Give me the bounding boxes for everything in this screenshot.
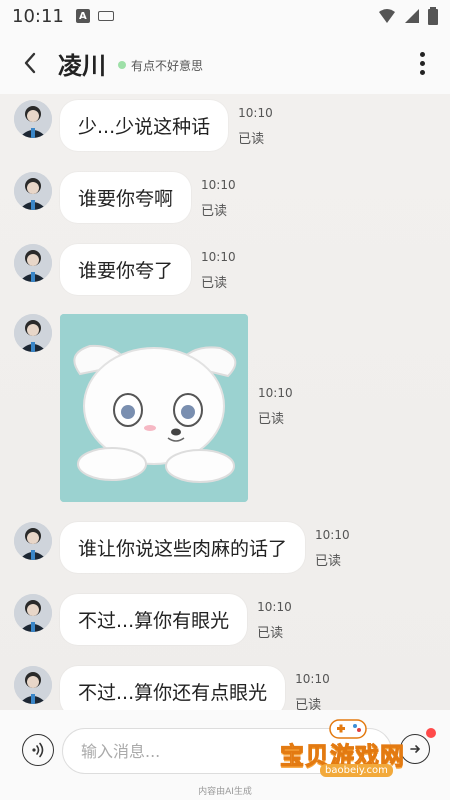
avatar[interactable] [14,172,52,210]
read-receipt: 已读 [315,554,342,569]
message-time: 10:10 [238,106,273,120]
contact-status: 有点不好意思 [118,57,203,74]
message-time: 10:10 [201,250,236,264]
message-row: 不过...算你还有点眼光 10:10 已读 [0,666,330,710]
message-row: 不过...算你有眼光 10:10 已读 [0,594,292,645]
message-row: 谁要你夸啊 10:10 已读 [0,172,236,223]
online-status-dot [118,61,126,69]
watermark-url: baobeiy.com [320,764,393,777]
contact-name: 凌川 [58,51,106,80]
message-meta: 10:10 已读 [315,528,350,569]
message-meta: 10:10 已读 [257,600,292,641]
wifi-icon [379,9,395,23]
chat-area[interactable]: 少...少说这种话 10:10 已读 谁要你夸啊 10:10 已读 谁要你夸了 … [0,94,450,710]
message-bubble[interactable]: 谁让你说这些肉麻的话了 [60,522,306,573]
signal-icon [405,9,419,23]
more-options-button[interactable] [410,48,434,78]
battery-icon [428,7,438,25]
message-bubble[interactable]: 不过...算你还有点眼光 [60,666,286,710]
message-bubble[interactable]: 少...少说这种话 [60,100,229,151]
read-receipt: 已读 [201,276,228,291]
avatar[interactable] [14,244,52,282]
message-meta: 10:10 已读 [238,106,273,147]
avatar[interactable] [14,314,52,352]
message-time: 10:10 [295,672,330,686]
message-meta: 10:10 已读 [258,386,293,427]
notification-a-icon: A [75,9,90,23]
read-receipt: 已读 [238,132,265,147]
message-row: 10:10 已读 [0,314,293,502]
avatar[interactable] [14,522,52,560]
message-meta: 10:10 已读 [201,250,236,291]
status-icons-right [378,7,438,25]
read-receipt: 已读 [201,204,228,219]
avatar[interactable] [14,100,52,138]
avatar[interactable] [14,666,52,704]
watermark-logo: 宝贝游戏网 baobeiy.com [276,716,426,786]
message-bubble[interactable]: 谁要你夸了 [60,244,192,295]
message-meta: 10:10 已读 [295,672,330,710]
message-meta: 10:10 已读 [201,178,236,219]
back-button[interactable] [16,49,44,77]
status-icons-left: A [75,9,114,23]
status-text: 有点不好意思 [131,58,204,73]
message-bubble[interactable]: 不过...算你有眼光 [60,594,248,645]
voice-button[interactable] [22,734,54,766]
message-row: 谁让你说这些肉麻的话了 10:10 已读 [0,522,350,573]
status-time: 10:11 [12,5,64,27]
read-receipt: 已读 [295,698,322,710]
message-row: 少...少说这种话 10:10 已读 [0,100,273,151]
voice-wave-icon [32,742,44,758]
message-time: 10:10 [258,386,293,400]
message-time: 10:10 [201,178,236,192]
status-bar: 10:11 A [0,0,450,32]
message-bubble[interactable]: 谁要你夸啊 [60,172,192,223]
chat-header: 凌川 有点不好意思 [0,32,450,94]
keyboard-icon [97,11,114,21]
read-receipt: 已读 [258,412,285,427]
chevron-left-icon [24,52,36,74]
puppy-sticker-icon[interactable] [60,314,248,502]
read-receipt: 已读 [257,626,284,641]
more-dot-icon [419,69,425,75]
more-dot-icon [419,60,425,66]
message-time: 10:10 [315,528,350,542]
notification-dot [426,728,436,738]
avatar[interactable] [14,594,52,632]
more-dot-icon [419,51,425,57]
message-time: 10:10 [257,600,292,614]
message-row: 谁要你夸了 10:10 已读 [0,244,236,295]
